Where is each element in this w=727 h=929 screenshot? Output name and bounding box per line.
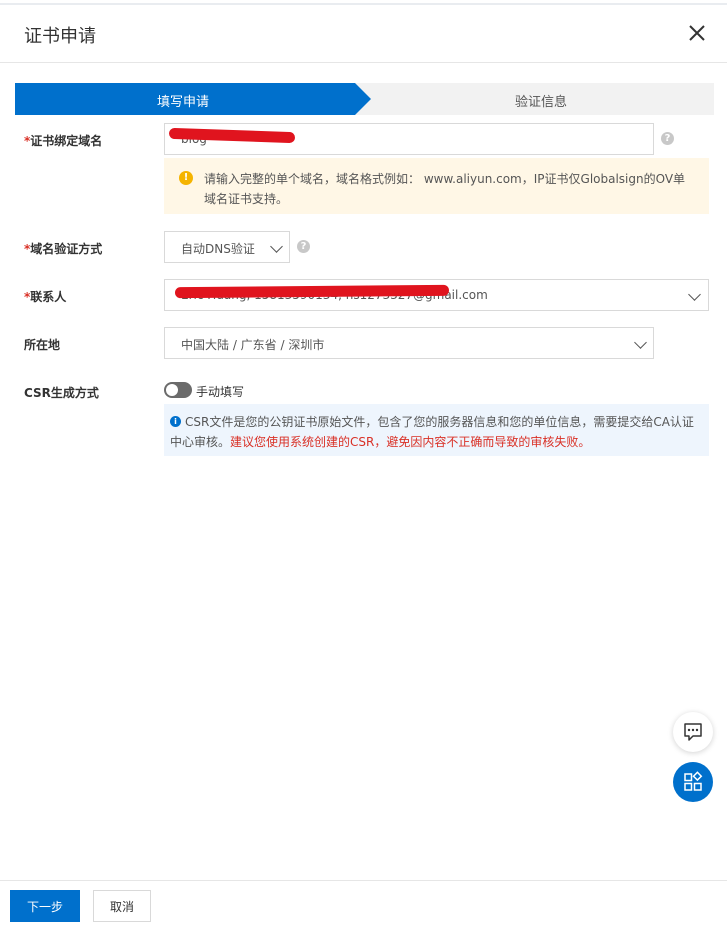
top-border bbox=[0, 3, 727, 5]
domain-input[interactable]: blog bbox=[164, 123, 654, 155]
chat-bubble-icon[interactable] bbox=[673, 712, 713, 752]
warning-icon: ! bbox=[179, 171, 193, 185]
csr-toggle-label: 手动填写 bbox=[196, 385, 245, 399]
csr-info-warning: 建议您使用系统创建的CSR，避免因内容不正确而导致的审核失败。 bbox=[230, 435, 591, 449]
dialog-title: 证书申请 bbox=[24, 26, 96, 47]
toggle-knob bbox=[166, 384, 178, 396]
help-icon[interactable]: ? bbox=[297, 240, 310, 253]
domain-notice-text: 请输入完整的单个域名，域名格式例如： www.aliyun.com，IP证书仅G… bbox=[204, 172, 686, 206]
verify-method-label: *域名验证方式 bbox=[24, 240, 102, 257]
verify-method-select[interactable]: 自动DNS验证 bbox=[164, 231, 290, 263]
location-cascader[interactable]: 中国大陆 / 广东省 / 深圳市 bbox=[164, 327, 654, 359]
header-divider bbox=[0, 62, 727, 63]
footer-divider bbox=[0, 880, 727, 881]
step-fill-application: 填写申请 bbox=[15, 83, 355, 115]
contact-select[interactable]: Eric Huang, 15813590134, hs1273327@gmail… bbox=[164, 279, 709, 311]
csr-label: CSR生成方式 bbox=[24, 386, 99, 400]
step-label: 填写申请 bbox=[157, 95, 210, 110]
cancel-button[interactable]: 取消 bbox=[93, 890, 151, 922]
location-label: 所在地 bbox=[24, 338, 61, 352]
apps-grid-icon[interactable] bbox=[673, 762, 713, 802]
domain-label: *证书绑定域名 bbox=[24, 132, 102, 149]
steps-bar: 验证信息 填写申请 bbox=[15, 83, 714, 115]
domain-label-text: 证书绑定域名 bbox=[30, 134, 103, 148]
next-step-button[interactable]: 下一步 bbox=[10, 890, 80, 922]
csr-manual-toggle[interactable] bbox=[164, 382, 192, 398]
contact-label: *联系人 bbox=[24, 288, 66, 305]
location-value: 中国大陆 / 广东省 / 深圳市 bbox=[181, 338, 325, 352]
chevron-down-icon bbox=[688, 288, 701, 301]
chevron-down-icon bbox=[270, 240, 283, 253]
step-label: 验证信息 bbox=[515, 95, 568, 110]
csr-info-text: CSR文件是您的公钥证书原始文件，包含了您的服务器信息和您的单位信息，需要提交给… bbox=[170, 412, 704, 452]
verify-method-label-text: 域名验证方式 bbox=[30, 242, 103, 256]
help-icon[interactable]: ? bbox=[661, 132, 674, 145]
step-arrow bbox=[355, 83, 371, 115]
close-icon[interactable] bbox=[686, 22, 708, 44]
domain-notice: ! 请输入完整的单个域名，域名格式例如： www.aliyun.com，IP证书… bbox=[164, 158, 709, 214]
chevron-down-icon bbox=[634, 336, 647, 349]
contact-label-text: 联系人 bbox=[30, 290, 67, 304]
csr-info-notice: i CSR文件是您的公钥证书原始文件，包含了您的服务器信息和您的单位信息，需要提… bbox=[164, 404, 709, 456]
verify-method-value: 自动DNS验证 bbox=[181, 242, 255, 256]
